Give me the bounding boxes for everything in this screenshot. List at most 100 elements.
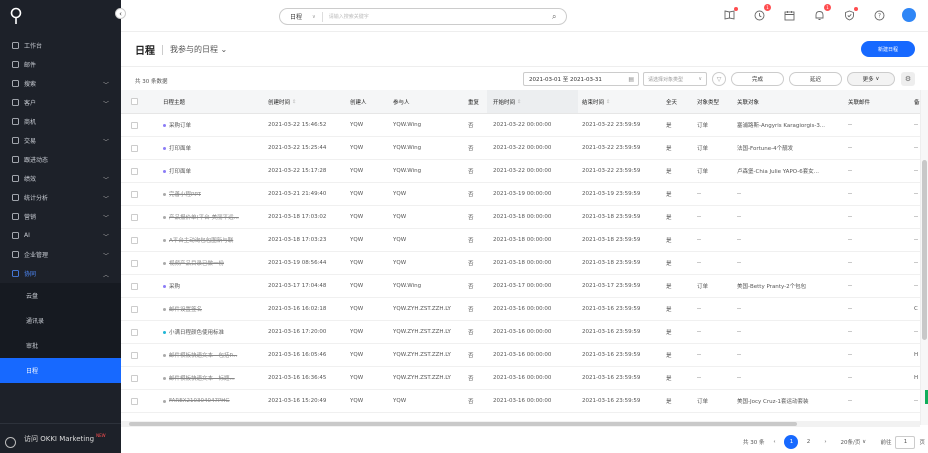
sidebar-item-10[interactable]: AI ﹀ xyxy=(0,226,121,245)
checkbox[interactable] xyxy=(131,328,138,336)
schedule-subject[interactable]: 完善小程PPT xyxy=(163,183,263,205)
schedule-subject[interactable]: 邮件模板快速文本 - 标题... xyxy=(163,367,263,389)
schedule-subject[interactable]: 打印面单 xyxy=(163,160,263,182)
row-checkbox-cell[interactable] xyxy=(131,321,143,343)
row-checkbox-cell[interactable] xyxy=(131,344,143,366)
sort-icon[interactable]: ⇳ xyxy=(517,99,521,105)
sidebar-item-2[interactable]: 搜索 ﹀ xyxy=(0,74,121,93)
schedule-subject[interactable]: 视频产品目录已做一份 xyxy=(163,252,263,274)
row-checkbox-cell[interactable] xyxy=(131,275,143,297)
row-checkbox-cell[interactable] xyxy=(131,367,143,389)
checkbox[interactable] xyxy=(131,236,138,244)
schedule-subject[interactable]: 邮件模板快速文本 - 包括P... xyxy=(163,344,263,366)
sort-icon[interactable]: ⇳ xyxy=(292,99,296,105)
checkbox[interactable] xyxy=(131,167,138,175)
sort-icon[interactable]: ⇳ xyxy=(606,99,610,105)
table-row[interactable]: 采购订单 2021-03-22 15:46:52 YQW YQW.Wing 否 2021-… xyxy=(121,114,920,137)
sidebar-item-11[interactable]: 企业管理 ﹀ xyxy=(0,245,121,264)
help-icon[interactable] xyxy=(5,437,16,448)
checkbox[interactable] xyxy=(131,121,138,129)
schedule-subject[interactable]: A平台主动询包包图新与联 xyxy=(163,229,263,251)
table-row[interactable]: 邮件模板快速文本 - 包括P... 2021-03-16 16:05:46 YQW Y… xyxy=(121,344,920,367)
object-type-select[interactable]: 请选择对象类型 ∨ xyxy=(643,72,707,86)
sidebar-item-3[interactable]: 客户 ﹀ xyxy=(0,93,121,112)
search-icon[interactable]: ⌕ xyxy=(552,12,566,22)
column-header[interactable]: 开始时间 ⇳ xyxy=(487,90,578,113)
checkbox[interactable] xyxy=(131,351,138,359)
sidebar-subitem-0[interactable]: 云盘 xyxy=(0,283,121,308)
column-header[interactable]: 创建时间 ⇳ xyxy=(268,90,348,113)
more-button[interactable]: 更多 ∨ xyxy=(847,72,895,86)
sidebar-item-1[interactable]: 邮件 xyxy=(0,55,121,74)
table-row[interactable]: 视频产品目录已做一份 2021-03-19 08:56:44 YQW YQW 否 2021… xyxy=(121,252,920,275)
guide-book-icon[interactable] xyxy=(722,7,738,22)
search-type-select[interactable]: 日程 ∨ xyxy=(280,11,323,22)
new-schedule-button[interactable]: 新建日程 xyxy=(861,41,915,57)
date-range-picker[interactable]: 2021-03-01 至 2021-03-31 ▤ xyxy=(523,72,639,86)
page-2-button[interactable]: 2 xyxy=(801,435,815,449)
sidebar-item-9[interactable]: 营销 ﹀ xyxy=(0,207,121,226)
search-input[interactable]: 请输入搜索关键字 xyxy=(323,13,552,20)
sidebar-item-7[interactable]: 绩效 ﹀ xyxy=(0,169,121,188)
select-all-checkbox[interactable] xyxy=(131,90,143,113)
table-row[interactable]: FAREX210304047PHG 2021-03-16 15:20:49 YQW Y… xyxy=(121,390,920,413)
schedule-subject[interactable]: 产品报价单(平台-美丽平远... xyxy=(163,206,263,228)
checkbox[interactable] xyxy=(131,374,138,382)
avatar[interactable] xyxy=(902,8,916,22)
table-row[interactable]: 邮件设置签名 2021-03-16 16:02:18 YQW YQW.ZYH.ZST.… xyxy=(121,298,920,321)
sidebar-item-5[interactable]: 交易 ﹀ xyxy=(0,131,121,150)
schedule-subject[interactable]: 小满日程颜色使用标准 xyxy=(163,321,263,343)
filter-icon[interactable]: ▽ xyxy=(712,72,726,86)
checkbox[interactable] xyxy=(131,213,138,221)
table-row[interactable]: 小满日程颜色使用标准 2021-03-16 17:20:00 YQW YQW.ZYH.… xyxy=(121,321,920,344)
vertical-scrollbar[interactable] xyxy=(920,90,928,425)
okki-marketing-link[interactable]: 访问 OKKI Marketing NEW xyxy=(0,423,121,453)
bell-icon[interactable]: 1 xyxy=(812,4,831,22)
checkbox[interactable] xyxy=(131,397,138,405)
checkbox[interactable] xyxy=(131,190,138,198)
sidebar-item-8[interactable]: 统计分析 ﹀ xyxy=(0,188,121,207)
view-filter-dropdown[interactable]: 我参与的日程 ⌄ xyxy=(170,44,227,55)
checkbox[interactable] xyxy=(131,98,138,105)
horizontal-scrollbar[interactable] xyxy=(121,421,920,427)
table-row[interactable]: 采购 2021-03-17 17:04:48 YQW YQW.Wing 否 2021-03… xyxy=(121,275,920,298)
table-row[interactable]: 打印面单 2021-03-22 15:17:28 YQW YQW.Wing 否 2021-… xyxy=(121,160,920,183)
sidebar-item-6[interactable]: 跟进动态 xyxy=(0,150,121,169)
checkbox[interactable] xyxy=(131,259,138,267)
schedule-subject[interactable]: 打印面单 xyxy=(163,137,263,159)
sidebar-subitem-1[interactable]: 通讯录 xyxy=(0,308,121,333)
shield-check-icon[interactable] xyxy=(842,7,858,22)
row-checkbox-cell[interactable] xyxy=(131,252,143,274)
sidebar-subitem-3[interactable]: 日程 xyxy=(0,358,121,383)
column-header[interactable]: 结束时间 ⇳ xyxy=(582,90,664,113)
row-checkbox-cell[interactable] xyxy=(131,160,143,182)
table-row[interactable]: 产品报价单(平台-美丽平远... 2021-03-18 17:03:02 YQW YQ… xyxy=(121,206,920,229)
collapse-sidebar-button[interactable]: ‹ xyxy=(115,8,126,19)
schedule-subject[interactable]: 邮件设置签名 xyxy=(163,298,263,320)
checkbox[interactable] xyxy=(131,282,138,290)
checkbox[interactable] xyxy=(131,144,138,152)
page-size-select[interactable]: 20条/页 ∨ xyxy=(840,435,880,449)
next-page-button[interactable]: › xyxy=(818,435,832,449)
sidebar-item-0[interactable]: 工作台 xyxy=(0,36,121,55)
sidebar-item-12[interactable]: 协同 ︿ xyxy=(0,264,121,283)
prev-page-button[interactable]: ‹ xyxy=(767,435,781,449)
row-checkbox-cell[interactable] xyxy=(131,206,143,228)
row-checkbox-cell[interactable] xyxy=(131,298,143,320)
gear-icon[interactable]: ⚙ xyxy=(901,72,915,86)
table-row[interactable]: 打印面单 2021-03-22 15:25:44 YQW YQW.Wing 否 2021-… xyxy=(121,137,920,160)
schedule-subject[interactable]: 采购订单 xyxy=(163,114,263,136)
page-1-button[interactable]: 1 xyxy=(784,435,799,449)
horizontal-scrollbar-thumb[interactable] xyxy=(129,422,797,426)
schedule-subject[interactable]: 采购 xyxy=(163,275,263,297)
row-checkbox-cell[interactable] xyxy=(131,229,143,251)
row-checkbox-cell[interactable] xyxy=(131,183,143,205)
row-checkbox-cell[interactable] xyxy=(131,390,143,412)
calendar-icon[interactable] xyxy=(782,8,796,22)
table-row[interactable]: 邮件模板快速文本 - 标题... 2021-03-16 16:36:45 YQW YQ… xyxy=(121,367,920,390)
sidebar-item-4[interactable]: 商机 xyxy=(0,112,121,131)
help-circle-icon[interactable]: ? xyxy=(872,8,886,22)
schedule-subject[interactable]: FAREX210304047PHG xyxy=(163,390,263,412)
checkbox[interactable] xyxy=(131,305,138,313)
goto-page-input[interactable]: 1 xyxy=(895,435,916,449)
